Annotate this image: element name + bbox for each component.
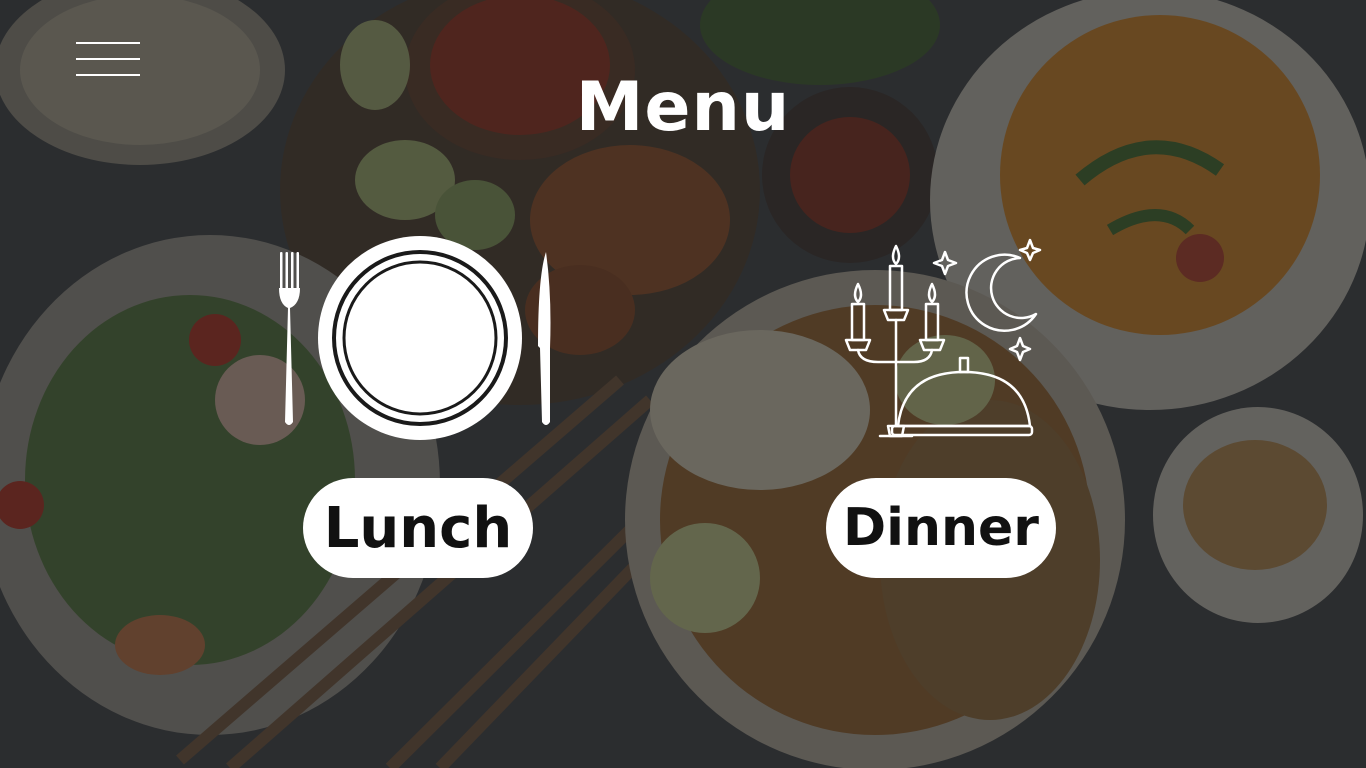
plate-fork-knife-icon[interactable] [276, 236, 560, 446]
dinner-button[interactable]: Dinner [826, 478, 1056, 578]
page-title: Menu [575, 68, 791, 147]
candelabra-cloche-moon-icon[interactable] [840, 236, 1050, 446]
lunch-button[interactable]: Lunch [303, 478, 533, 578]
